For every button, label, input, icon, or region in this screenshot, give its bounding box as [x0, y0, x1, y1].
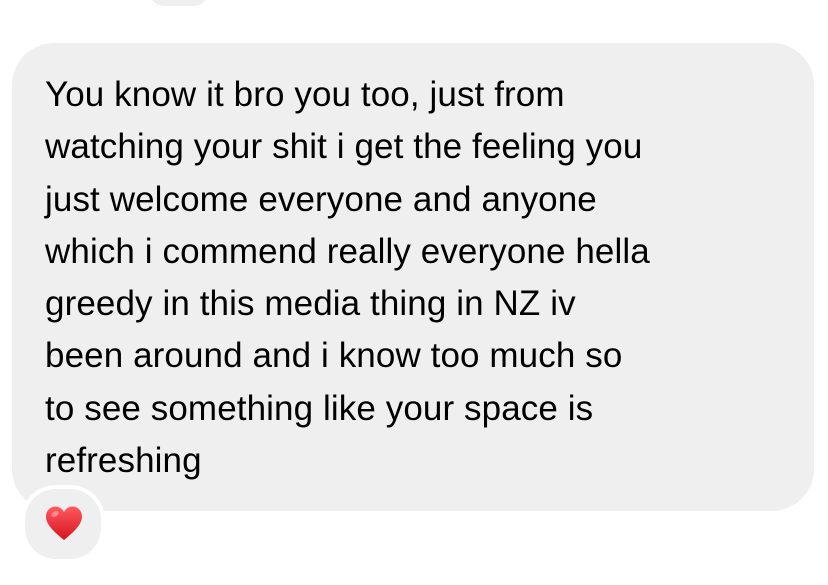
- heart-icon: [46, 506, 82, 540]
- message-line: which i commend really everyone hella: [45, 231, 650, 271]
- message-line: been around and i know too much so: [45, 336, 623, 376]
- previous-message-bubble-edge[interactable]: [150, 0, 208, 6]
- message-line: to see something like your space is: [45, 388, 594, 428]
- message-line: watching your shit i get the feeling you: [45, 127, 643, 167]
- message-line: just welcome everyone and anyone: [45, 179, 597, 219]
- chat-view: You know it bro you too, just from watch…: [0, 0, 828, 585]
- message-line: You know it bro you too, just from: [45, 75, 565, 114]
- message-text: You know it bro you too, just from watch…: [45, 69, 805, 487]
- message-line: refreshing: [45, 441, 202, 481]
- message-line: greedy in this media thing in NZ iv: [45, 284, 576, 324]
- reaction-badge[interactable]: [21, 485, 105, 563]
